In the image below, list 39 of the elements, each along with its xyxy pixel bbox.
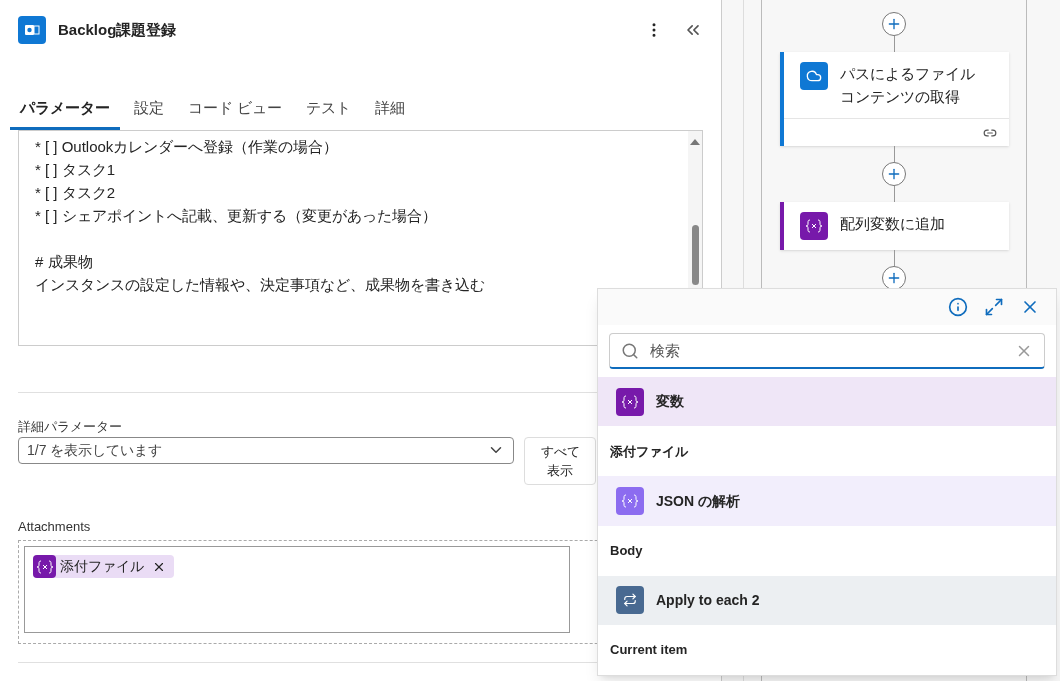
add-step-button[interactable] [882,162,906,186]
content-item[interactable]: Current item [598,625,1056,675]
dropdown[interactable]: 1/7 を表示しています [18,436,514,464]
card-title: パスによるファイルコンテンツの取得 [839,64,976,107]
info-icon[interactable] [948,296,968,317]
attachments-field[interactable]: 添付ファイル [24,546,570,633]
loop-icon [616,586,644,615]
plus-icon [886,270,902,286]
source-header[interactable]: 変数 [598,376,1056,427]
add-step-button[interactable] [882,12,906,36]
card-title: 配列変数に追加 [839,214,946,234]
source-header[interactable]: Apply to each 2 [598,575,1056,626]
plus-icon [886,166,902,182]
cloud-icon [799,62,828,90]
tab[interactable]: 詳細 [365,96,416,130]
expand-icon[interactable] [984,296,1004,317]
content-item[interactable]: Body [598,525,1056,576]
search-icon [621,341,639,360]
plus-icon [886,16,902,32]
tab[interactable]: コード ビュー [178,96,293,130]
search-field[interactable]: 検索 [609,332,1045,369]
field-label: Attachments [18,517,91,536]
braces-icon [616,387,644,416]
content-item[interactable]: 添付ファイル [598,426,1056,477]
braces-icon [799,212,828,240]
outlook-icon [18,16,46,44]
tab[interactable]: 設定 [124,96,174,130]
show-all-button[interactable]: すべて表示 [524,436,596,485]
action-card[interactable]: 配列変数に追加 [779,202,1009,250]
braces-icon [616,487,644,516]
add-step-button[interactable] [882,266,906,290]
source-header[interactable]: JSON の解析 [598,476,1056,526]
panel-title: Backlog課題登録 [58,19,177,40]
tab[interactable]: テスト [296,96,362,130]
action-card[interactable]: パスによるファイルコンテンツの取得 [779,52,1009,146]
token-chip[interactable]: 添付ファイル [33,555,174,578]
tab[interactable]: パラメーター [10,96,120,130]
braces-icon [33,555,56,578]
field-label: 詳細パラメーター [18,418,122,436]
